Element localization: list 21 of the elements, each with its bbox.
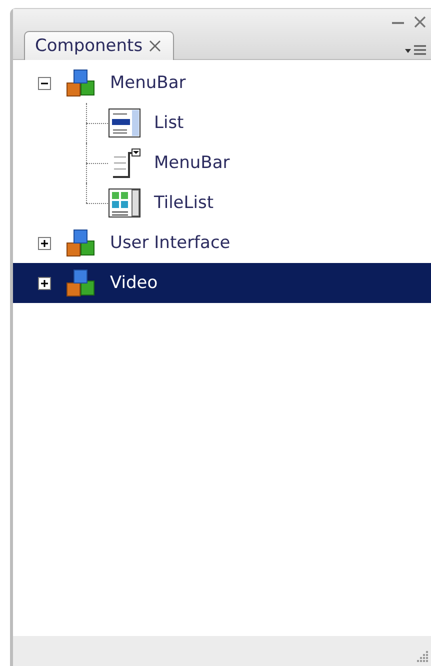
- tree-item-label: MenuBar: [110, 73, 186, 93]
- panel-tab[interactable]: Components: [24, 31, 174, 60]
- collapse-toggle[interactable]: [38, 76, 51, 90]
- close-icon[interactable]: [413, 15, 427, 29]
- tree-item-label: Video: [110, 273, 158, 293]
- expand-toggle[interactable]: [38, 276, 51, 290]
- tree-row[interactable]: Video: [13, 263, 431, 303]
- tree-item-label: User Interface: [110, 233, 230, 253]
- tree-row[interactable]: MenuBar: [13, 63, 431, 103]
- tree-item-label: TileList: [154, 193, 214, 213]
- tree-item-label: MenuBar: [154, 153, 230, 173]
- panel-menu-icon[interactable]: [404, 43, 428, 57]
- tree-row[interactable]: MenuBar: [13, 143, 431, 183]
- tree-row[interactable]: List: [13, 103, 431, 143]
- tree-row[interactable]: TileList: [13, 183, 431, 223]
- tree-row[interactable]: User Interface: [13, 223, 431, 263]
- tile-list-icon: [108, 188, 142, 218]
- list-icon: [108, 108, 142, 138]
- close-tab-icon[interactable]: [148, 40, 161, 52]
- tree-item-label: List: [154, 113, 184, 133]
- expand-toggle[interactable]: [38, 236, 51, 250]
